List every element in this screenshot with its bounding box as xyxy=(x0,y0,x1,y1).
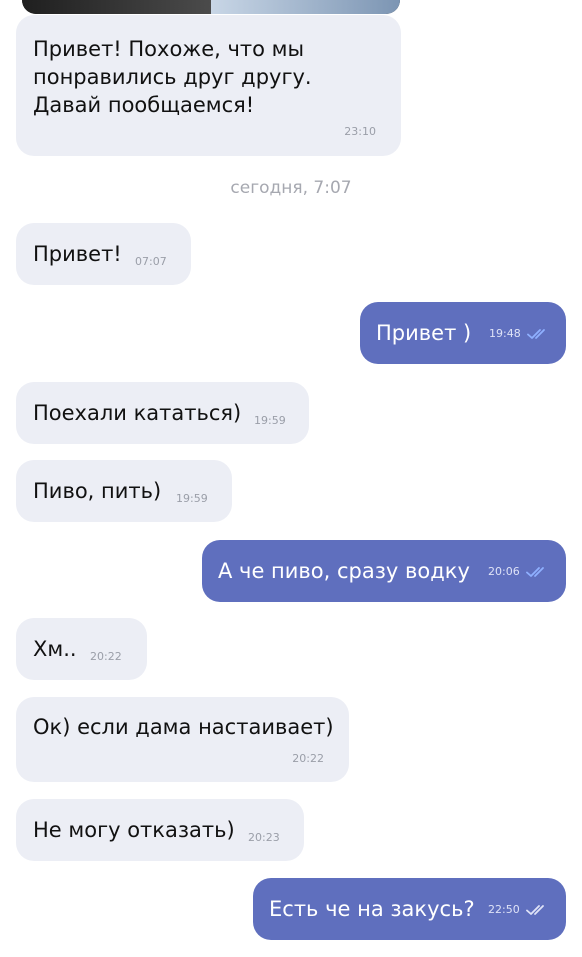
message-time: 20:23 xyxy=(248,831,280,844)
photo-left-half xyxy=(22,0,211,14)
message-time-status: 22:50 xyxy=(488,904,550,916)
message-text: А че пиво, сразу водку xyxy=(218,559,470,583)
read-double-check-icon xyxy=(526,329,545,339)
message-text: Привет ) xyxy=(376,321,472,345)
read-double-check-icon xyxy=(525,905,544,915)
message-time: 19:59 xyxy=(176,492,208,505)
message-text: Привет! xyxy=(33,242,122,266)
message-time: 20:06 xyxy=(488,565,520,578)
message-text: Пиво, пить) xyxy=(33,479,162,503)
message-outgoing[interactable]: Есть че на закусь? 22:50 xyxy=(253,878,566,940)
message-incoming[interactable]: Ок) если дама настаивает) 20:22 xyxy=(16,697,349,782)
message-time: 19:59 xyxy=(254,414,286,427)
message-time-status: 19:48 xyxy=(489,328,551,340)
message-time: 20:22 xyxy=(292,752,324,765)
message-outgoing[interactable]: Привет ) 19:48 xyxy=(360,302,566,364)
message-time: 07:07 xyxy=(135,255,167,268)
message-time: 19:48 xyxy=(489,327,521,340)
message-text: Поехали кататься) xyxy=(33,401,242,425)
message-incoming[interactable]: Не могу отказать) 20:23 xyxy=(16,799,304,861)
read-double-check-icon xyxy=(525,567,544,577)
chat-screen: Привет! Похоже, что мы понравились друг … xyxy=(0,0,582,957)
shared-photo-preview[interactable] xyxy=(22,0,400,14)
message-text: Привет! Похоже, что мы понравились друг … xyxy=(33,37,312,117)
message-outgoing[interactable]: А че пиво, сразу водку 20:06 xyxy=(202,540,566,602)
message-time: 22:50 xyxy=(488,903,520,916)
message-text: Есть че на закусь? xyxy=(269,897,475,921)
message-incoming[interactable]: Привет! 07:07 xyxy=(16,223,191,285)
message-incoming[interactable]: Привет! Похоже, что мы понравились друг … xyxy=(16,15,401,156)
message-time-status: 20:06 xyxy=(488,566,550,578)
message-text: Не могу отказать) xyxy=(33,818,235,842)
message-incoming[interactable]: Хм.. 20:22 xyxy=(16,618,147,680)
message-incoming[interactable]: Поехали кататься) 19:59 xyxy=(16,382,309,444)
message-incoming[interactable]: Пиво, пить) 19:59 xyxy=(16,460,232,522)
message-text: Хм.. xyxy=(33,637,77,661)
message-time: 20:22 xyxy=(90,650,122,663)
message-time: 23:10 xyxy=(344,125,376,138)
message-text: Ок) если дама настаивает) xyxy=(33,715,334,739)
date-separator: сегодня, 7:07 xyxy=(230,178,352,198)
photo-right-half xyxy=(211,0,400,14)
